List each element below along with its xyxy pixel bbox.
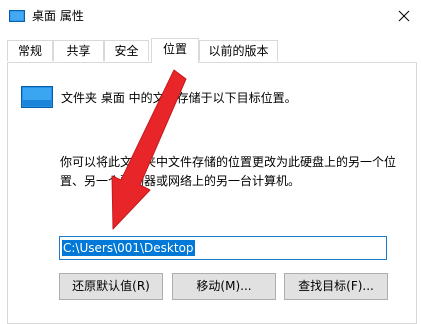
tab-label: 位置 xyxy=(162,42,187,56)
desktop-folder-icon xyxy=(21,86,53,108)
title-bar: 桌面 属性 xyxy=(0,0,421,32)
tab-general[interactable]: 常规 xyxy=(7,40,53,61)
tab-security[interactable]: 安全 xyxy=(104,40,149,61)
folder-path-value: C:\Users\001\Desktop xyxy=(62,240,195,256)
tab-label: 以前的版本 xyxy=(208,44,269,58)
tab-label: 常规 xyxy=(17,44,42,58)
window-title: 桌面 属性 xyxy=(32,9,84,23)
tab-previous-versions[interactable]: 以前的版本 xyxy=(199,40,278,61)
folder-path-input[interactable]: C:\Users\001\Desktop xyxy=(59,236,387,260)
location-description: 文件夹 桌面 中的文件存储于以下目标位置。 xyxy=(61,91,297,105)
tab-sharing[interactable]: 共享 xyxy=(53,40,104,61)
find-target-button[interactable]: 查找目标(F)... xyxy=(284,273,388,300)
close-button[interactable] xyxy=(387,0,421,32)
move-button[interactable]: 移动(M)... xyxy=(172,273,276,300)
tab-label: 安全 xyxy=(114,44,139,58)
location-note: 你可以将此文件夹中文件存储的位置更改为此硬盘上的另一个位置、另一个驱动器或网络上… xyxy=(60,155,397,188)
restore-default-button[interactable]: 还原默认值(R) xyxy=(59,273,163,300)
close-icon xyxy=(398,10,410,22)
tab-location[interactable]: 位置 xyxy=(151,38,199,63)
tab-label: 共享 xyxy=(66,44,91,58)
desktop-folder-icon xyxy=(9,10,25,22)
